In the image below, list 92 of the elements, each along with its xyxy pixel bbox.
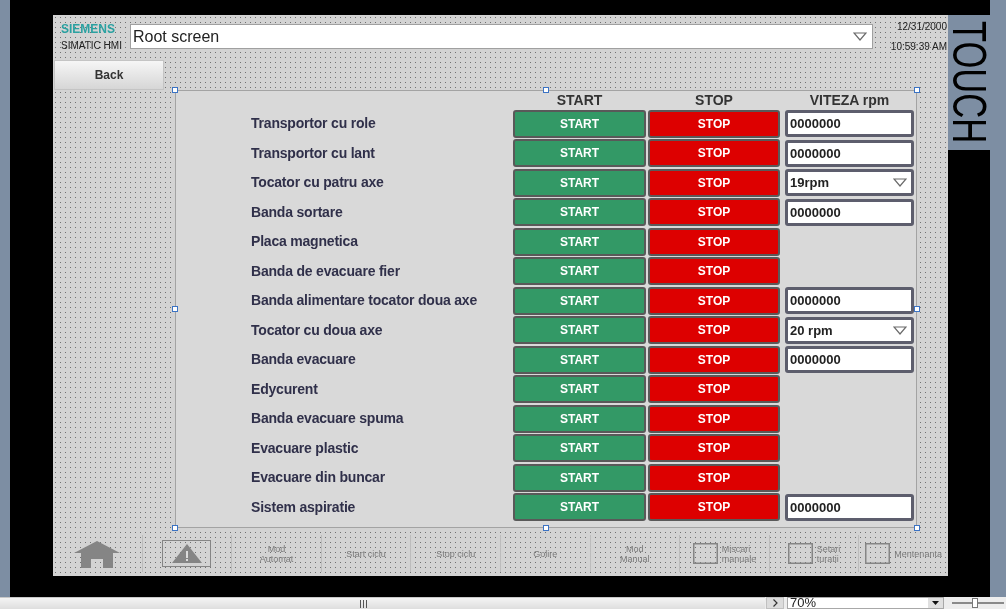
start-button[interactable]: START (513, 286, 646, 315)
chevron-right-icon (772, 599, 778, 607)
dropdown-arrow-icon (893, 325, 907, 335)
scroll-right-button[interactable] (766, 597, 784, 609)
start-button[interactable]: START (513, 316, 646, 345)
speed-input-field[interactable]: 0000000 (785, 493, 914, 521)
selection-handle[interactable] (914, 525, 920, 531)
start-button[interactable]: START (513, 345, 646, 374)
speed-input-field[interactable]: 0000000 (785, 139, 914, 167)
column-header: START (556, 90, 603, 110)
equipment-label: Sistem aspiratie (251, 497, 356, 517)
stop-button[interactable]: STOP (648, 227, 780, 256)
stop-button[interactable]: STOP (648, 286, 780, 315)
stop-button[interactable]: STOP (648, 434, 780, 463)
start-button[interactable]: START (513, 257, 646, 286)
equipment-label: Placa magnetica (251, 232, 358, 252)
time-text: 10:59:39 AM (890, 40, 947, 53)
start-button[interactable]: START (513, 139, 646, 168)
speed-dropdown[interactable]: 19rpm (785, 169, 914, 197)
stop-button[interactable]: STOP (648, 109, 780, 138)
equipment-label: Banda evacuare spuma (251, 409, 404, 429)
home-button[interactable] (73, 539, 122, 568)
dropdown-arrow-icon (853, 32, 867, 41)
warning-icon (171, 544, 202, 563)
stop-button[interactable]: STOP (648, 168, 780, 197)
nav-button[interactable]: Mod Automat (253, 543, 300, 564)
stop-button[interactable]: STOP (648, 345, 780, 374)
brand-logo: SIEMENS (61, 21, 115, 36)
speed-input-field[interactable]: 0000000 (785, 110, 914, 138)
nav-button[interactable]: Golire (533, 548, 558, 559)
selection-handle[interactable] (543, 87, 549, 93)
start-button[interactable]: START (513, 404, 646, 433)
dropdown-arrow-icon (893, 178, 907, 188)
start-button[interactable]: START (513, 434, 646, 463)
column-header: STOP (695, 90, 733, 110)
equipment-label: Evacuare din buncar (251, 468, 385, 488)
equipment-label: Evacuare plastic (251, 438, 359, 458)
nav-button[interactable]: Mentenanta (865, 543, 942, 564)
nav-button[interactable]: Miscari manuale (692, 543, 757, 564)
nav-button[interactable]: Start ciclu (346, 548, 386, 559)
start-button[interactable]: START (513, 463, 646, 492)
speed-input-field[interactable]: 0000000 (785, 287, 914, 315)
stop-button[interactable]: STOP (648, 316, 780, 345)
date-text: 12/31/2000 (896, 20, 947, 33)
screen-selector[interactable]: Root screen (130, 24, 873, 49)
equipment-label: Tocator cu doua axe (251, 320, 383, 340)
dropdown-arrow-icon (932, 601, 939, 605)
selection-handle[interactable] (172, 306, 178, 312)
speed-input-field[interactable]: 0000000 (785, 346, 914, 374)
slider-thumb[interactable] (972, 598, 979, 608)
stop-button[interactable]: STOP (648, 493, 780, 522)
equipment-label: Tocator cu patru axe (251, 173, 384, 193)
stop-button[interactable]: STOP (648, 139, 780, 168)
selection-handle[interactable] (543, 525, 549, 531)
selection-handle[interactable] (172, 525, 178, 531)
alarm-button[interactable] (162, 540, 212, 567)
nav-button[interactable]: Stop ciclu (436, 548, 476, 559)
selection-handle[interactable] (914, 306, 920, 312)
stop-button[interactable]: STOP (648, 257, 780, 286)
stop-button[interactable]: STOP (648, 375, 780, 404)
nav-button[interactable]: Setari turatii (787, 543, 841, 564)
start-button[interactable]: START (513, 109, 646, 138)
start-button[interactable]: START (513, 493, 646, 522)
selection-handle[interactable] (172, 87, 178, 93)
selection-handle[interactable] (914, 87, 920, 93)
house-icon (73, 539, 122, 568)
product-name: SIMATIC HMI (61, 39, 122, 52)
equipment-label: Banda alimentare tocator doua axe (251, 291, 478, 311)
stop-button[interactable]: STOP (648, 404, 780, 433)
empty-square-icon (787, 543, 813, 564)
equipment-label: Banda sortare (251, 202, 343, 222)
equipment-label: Banda de evacuare fier (251, 261, 400, 281)
nav-button[interactable]: Mod Manual (611, 543, 658, 564)
back-button[interactable]: Back (54, 60, 164, 90)
empty-square-icon (865, 543, 891, 564)
start-button[interactable]: START (513, 198, 646, 227)
zoom-dropdown[interactable]: 70% (787, 597, 944, 609)
speed-input-field[interactable]: 0000000 (785, 198, 914, 226)
stop-button[interactable]: STOP (648, 463, 780, 492)
column-header: VITEZA rpm (809, 90, 890, 110)
grip-icon (360, 599, 367, 608)
start-button[interactable]: START (513, 168, 646, 197)
equipment-label: Transportor cu role (251, 114, 376, 134)
equipment-label: Transportor cu lant (251, 143, 375, 163)
horizontal-scrollbar[interactable] (0, 597, 765, 609)
equipment-label: Edycurent (251, 379, 318, 399)
stop-button[interactable]: STOP (648, 198, 780, 227)
empty-square-icon (692, 543, 718, 564)
equipment-label: Banda evacuare (251, 350, 356, 370)
start-button[interactable]: START (513, 375, 646, 404)
start-button[interactable]: START (513, 227, 646, 256)
speed-dropdown[interactable]: 20 rpm (785, 316, 914, 344)
